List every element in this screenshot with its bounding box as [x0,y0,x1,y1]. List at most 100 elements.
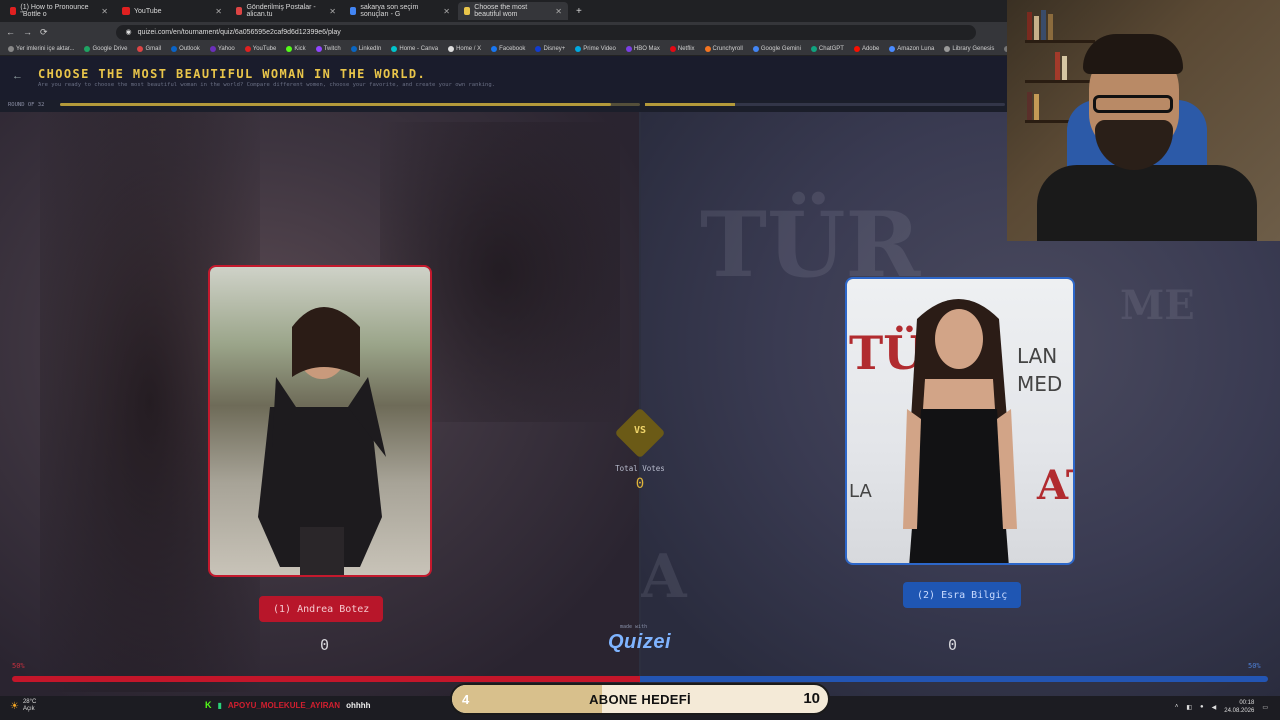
match-progress-fill [645,103,735,106]
match-progress [645,103,1005,106]
weather-text: Açık [22,706,35,712]
right-vote-count: 0 [948,636,958,654]
bookmark-item[interactable]: Home - Canva [391,45,438,52]
bookmark-favicon-icon [575,45,582,52]
bookmark-item[interactable]: Outlook [171,45,200,52]
bookmark-item[interactable]: Library Genesis [944,45,994,52]
quizei-favicon-icon [464,7,471,15]
bookmark-favicon-icon [491,45,498,52]
bookmark-favicon-icon [84,45,91,52]
bookmark-item[interactable]: Disney+ [535,45,565,52]
system-tray: ˄ ◧ ● ◀ 00:18 24.08.2026 ▭ [1175,699,1268,715]
clock[interactable]: 00:18 24.08.2026 [1224,699,1254,715]
bookmark-item[interactable]: Facebook [491,45,525,52]
close-icon[interactable]: ✕ [329,7,336,16]
bookmark-item[interactable]: Home / X [448,45,481,52]
total-votes-value: 0 [635,476,645,492]
contestant-photo-left[interactable] [208,265,432,577]
vote-button-left[interactable]: (1) Andrea Botez [259,596,384,622]
vote-share-bar [12,676,1268,682]
left-percent: 50% [12,662,25,670]
round-progress-fill [60,103,611,106]
notification-icon[interactable]: ▭ [1262,704,1268,711]
weather-icon: ☀ [10,700,19,712]
mic-icon[interactable]: ● [1200,704,1204,710]
bookmark-item[interactable]: Google Drive [84,45,127,52]
network-icon[interactable]: ◧ [1186,704,1192,711]
bookmark-item[interactable]: Google Gemini [752,45,801,52]
bookmark-favicon-icon [944,45,951,52]
vote-share-left [12,676,640,682]
address-bar[interactable]: ◉ quizei.com/en/tournament/quiz/6a056595… [115,24,976,40]
tab-2[interactable]: Gönderilmiş Postalar - alican.tu ✕ [230,2,342,20]
chevron-up-icon[interactable]: ˄ [1175,704,1179,710]
right-percent: 50% [1248,662,1261,670]
tab-0[interactable]: (1) How to Pronounce "Bottle o ✕ [4,2,114,20]
bookmark-item[interactable]: YouTube [244,45,276,52]
url-text: quizei.com/en/tournament/quiz/6a056595e2… [137,28,341,36]
kick-icon: K [205,700,212,710]
bookmark-favicon-icon [704,45,711,52]
left-vote-count: 0 [320,636,330,654]
tab-1[interactable]: YouTube ✕ [116,2,228,20]
bookmark-favicon-icon [209,45,216,52]
bookmark-item[interactable]: Amazon Luna [889,45,934,52]
bookmark-item[interactable]: Netflix [669,45,695,52]
close-icon[interactable]: ✕ [443,7,450,16]
quizei-logo[interactable]: Quizei [608,631,671,654]
goal-target: 10 [803,690,820,707]
subscriber-goal-widget: 4 ABONE HEDEFİ 10 [450,683,830,715]
reload-icon[interactable]: ⟳ [40,27,48,38]
tab-3[interactable]: sakarya son seçim sonuçları - G ✕ [344,2,456,20]
center-divider [639,112,641,696]
bookmark-item[interactable]: Gmail [137,45,161,52]
bookmark-favicon-icon [448,45,455,52]
bookmark-favicon-icon [669,45,676,52]
weather-widget[interactable]: ☀ 28°C Açık [10,699,36,713]
svg-text:AT: AT [1036,462,1075,509]
bookmark-item[interactable]: Prime Video [575,45,616,52]
new-tab-button[interactable]: + [570,2,588,20]
bookmark-item[interactable]: HBO Max [625,45,660,52]
bookmark-favicon-icon [137,45,144,52]
bookmark-item[interactable]: Adobe [853,45,879,52]
total-votes-label: Total Votes [615,464,665,473]
bookmark-favicon-icon [889,45,896,52]
bookmark-item[interactable]: LinkedIn [350,45,381,52]
google-icon [350,7,357,15]
made-with-label: made with [620,624,648,630]
back-arrow-icon[interactable]: ← [12,70,23,82]
bookmark-item[interactable]: ChatGPT [810,45,844,52]
goal-label: ABONE HEDEFİ [589,692,691,707]
close-icon[interactable]: ✕ [215,7,222,16]
temperature: 28°C [22,699,37,705]
bookmark-item[interactable]: Yahoo [209,45,235,52]
bookmark-item[interactable]: Yer imlerini içe aktar... [8,45,74,52]
bookmark-favicon-icon [171,45,178,52]
close-icon[interactable]: ✕ [555,7,562,16]
chat-text: ohhhh [346,700,371,710]
bookmark-item[interactable]: Crunchyroll [704,45,743,52]
bookmark-favicon-icon [8,45,14,52]
woman-photo-left [258,307,386,575]
woman-photo-right: TÜR LAN MED LA AT [849,299,1075,563]
round-progress [60,103,640,106]
vote-button-right[interactable]: (2) Esra Bilgiç [903,582,1022,608]
site-info-icon[interactable]: ◉ [126,28,132,36]
bookmark-favicon-icon [286,45,293,52]
chat-username: APOYU_MOLEKULE_AYIRAN [227,700,341,710]
bookmark-favicon-icon [625,45,632,52]
bookmark-item[interactable]: Kick [286,45,306,52]
page-subtitle: Are you ready to choose the most beautif… [38,82,495,88]
bookmark-favicon-icon [391,45,398,52]
close-icon[interactable]: ✕ [101,7,108,16]
back-icon[interactable]: ← [6,27,15,37]
contestant-photo-right[interactable]: TÜR LAN MED LA AT [845,277,1075,565]
bookmark-item[interactable]: Twitch [315,45,341,52]
forward-icon[interactable]: → [23,27,32,37]
youtube-icon [122,7,130,15]
bookmark-favicon-icon [853,45,860,52]
svg-text:MED: MED [1017,372,1062,396]
volume-icon[interactable]: ◀ [1212,704,1217,711]
tab-4[interactable]: Choose the most beautiful wom ✕ [458,2,568,20]
